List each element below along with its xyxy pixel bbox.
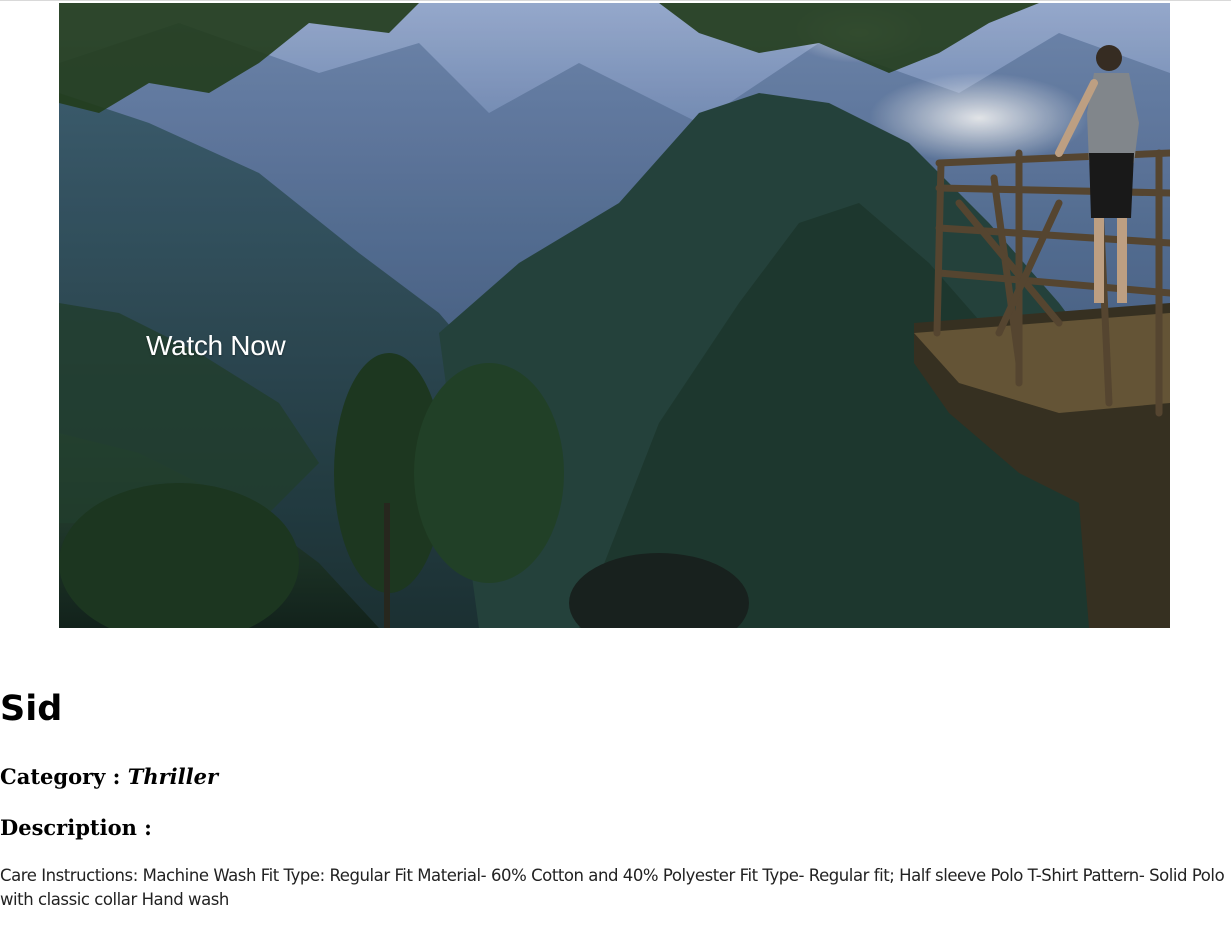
watch-now-link[interactable]: Watch Now <box>146 330 286 362</box>
category-label: Category : <box>0 764 128 789</box>
top-divider <box>0 0 1231 1</box>
description-text: Care Instructions: Machine Wash Fit Type… <box>0 866 1225 909</box>
category-value: Thriller <box>127 764 219 789</box>
video-thumbnail[interactable]: Watch Now <box>59 3 1170 628</box>
movie-title: Sid <box>0 689 63 729</box>
mountain-scene-image <box>59 3 1170 628</box>
category-line: Category : Thriller <box>0 762 218 792</box>
description-label: Description : <box>0 815 152 840</box>
